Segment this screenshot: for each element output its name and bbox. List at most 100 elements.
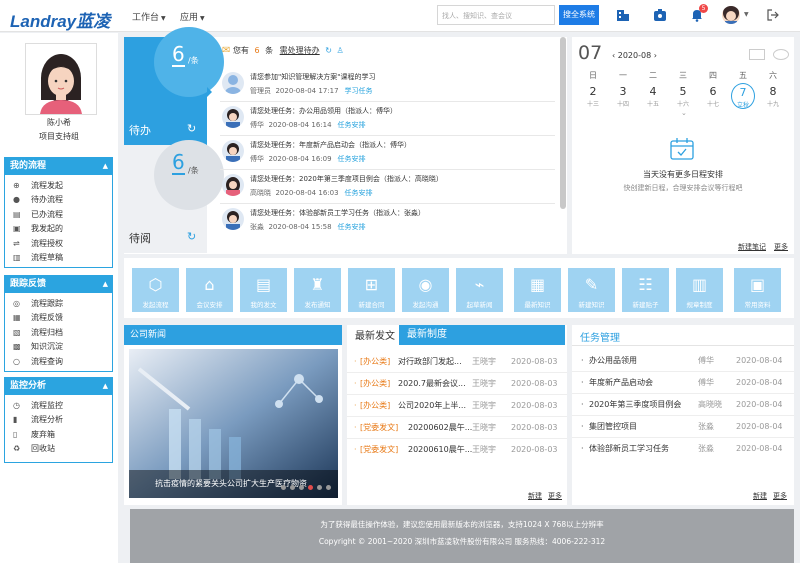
building-icon[interactable] (616, 8, 630, 22)
calendar-date[interactable]: 8 十九 (761, 85, 785, 108)
sidebar-item-todo-flow[interactable]: ● 待办流程 (5, 193, 112, 207)
section-monitor-header[interactable]: 监控分析 ▲ (4, 377, 113, 395)
note-icon[interactable] (749, 49, 765, 60)
task-row[interactable]: · 2020年第三季度项目例会 高晓晓 2020-08-04 (572, 394, 794, 416)
nav-apps[interactable]: 应用 ▼ (180, 10, 205, 23)
sidebar-item-label: 流程授权 (31, 238, 63, 248)
nav-workbench[interactable]: 工作台 ▼ (132, 10, 166, 23)
search-button[interactable]: 搜全系统 (559, 5, 599, 25)
quick-item[interactable]: ⌁ 起草新闻 (456, 268, 503, 312)
doc-row[interactable]: · [党委发文] 20200602晨午... 王晓宇 2020-08-03 (347, 417, 567, 439)
quick-item[interactable]: ◉ 发起沟通 (402, 268, 449, 312)
sidebar-item-knowledge[interactable]: ▩ 知识沉淀 (5, 340, 112, 354)
doc-row[interactable]: · [党委发文] 20200610晨午... 王晓宇 2020-08-03 (347, 439, 567, 461)
clipboard-icon: ▣ (13, 224, 21, 234)
logout-icon[interactable] (766, 8, 780, 22)
refresh-icon[interactable]: ↻ (187, 122, 196, 135)
carousel-dot-active[interactable] (308, 485, 313, 490)
tab-latest-docs[interactable]: 最新发文 (351, 327, 399, 342)
sidebar-item-flow-draft[interactable]: ▥ 流程草稿 (5, 251, 112, 265)
more-link[interactable]: 更多 (773, 491, 787, 501)
sidebar-item-flow-track[interactable]: ◎ 流程跟踪 (5, 297, 112, 311)
carousel-dot[interactable] (317, 485, 322, 490)
quick-item[interactable]: ▣ 常用资料 (734, 268, 781, 312)
quick-item[interactable]: ✎ 新建知识 (568, 268, 615, 312)
trash-icon: ▯ (13, 429, 18, 439)
refresh-icon[interactable]: ↻ (325, 46, 332, 55)
sidebar-item-trash[interactable]: ▯ 废弃箱 (5, 428, 112, 442)
logo[interactable]: Landray蓝凌 (10, 7, 110, 32)
calendar-date[interactable]: 2 十三 (581, 85, 605, 108)
new-link[interactable]: 新建 (753, 491, 767, 501)
sidebar-item-flow-feedback[interactable]: ▦ 流程反馈 (5, 311, 112, 325)
search-input[interactable]: 找人、搜知识、查会议 (437, 5, 555, 25)
carousel-dots[interactable] (277, 483, 331, 492)
more-link[interactable]: 更多 (548, 491, 562, 501)
sidebar-item-recycle[interactable]: ♻ 回收站 (5, 442, 112, 456)
calendar-date-selected[interactable]: 7 立秋 (731, 83, 755, 109)
calendar-date[interactable]: 3 十四 (611, 85, 635, 108)
calendar-date[interactable]: 5 十六 (671, 85, 695, 108)
task-row[interactable]: · 集团管控项目 张淼 2020-08-04 (572, 416, 794, 438)
tab-latest-rules[interactable]: 最新制度 (399, 325, 565, 345)
task-row[interactable]: · 办公用品领用 傅华 2020-08-04 (572, 350, 794, 372)
doc-row[interactable]: · [办公类] 2020.7最新会议... 王晓宇 2020-08-03 (347, 373, 567, 395)
carousel-dot[interactable] (326, 485, 331, 490)
carousel-dot[interactable] (299, 485, 304, 490)
user-icon[interactable]: ♙ (336, 46, 343, 55)
sidebar-item-my-started[interactable]: ▣ 我发起的 (5, 222, 112, 236)
quick-item[interactable]: ⌂ 会议安排 (186, 268, 233, 312)
weekday: 日 (589, 71, 597, 80)
quick-item[interactable]: ♜ 发布通知 (294, 268, 341, 312)
lunar-date: 立秋 (736, 102, 749, 109)
sidebar-item-flow-monitor[interactable]: ◷ 流程监控 (5, 399, 112, 413)
quick-item[interactable]: ▤ 我的发文 (240, 268, 287, 312)
todo-item[interactable]: 请您处理任务：体验部新员工学习任务（指派人：张淼） 张淼 2020-08-04 … (220, 204, 555, 238)
scrollbar[interactable] (560, 37, 566, 209)
carousel-dot[interactable] (281, 485, 286, 490)
search-icon: ○ (13, 356, 20, 366)
quick-item[interactable]: ▦ 最新知识 (514, 268, 561, 312)
doc-row[interactable]: · [办公类] 对行政部门发起... 王晓宇 2020-08-03 (347, 351, 567, 373)
quick-item[interactable]: ⬡ 发起流程 (132, 268, 179, 312)
calendar-date[interactable]: 6 十七 (701, 85, 725, 108)
more-link[interactable]: 更多 (774, 242, 788, 252)
sidebar-item-flow-analysis[interactable]: ▮ 流程分析 (5, 413, 112, 427)
doc-title: 对行政部门发起... (398, 357, 462, 366)
pending-tab[interactable]: 6 /条 待办 ↻ (124, 27, 224, 145)
user-avatar[interactable] (722, 6, 740, 24)
task-row[interactable]: · 年度新产品启动会 傅华 2020-08-04 (572, 372, 794, 394)
calendar-month-nav[interactable]: ‹ 2020-08 › (612, 51, 657, 60)
app-center-icon[interactable] (653, 8, 667, 22)
todo-item[interactable]: 请您处理任务：办公用品领用（指派人：傅华） 傅华 2020-08-04 16:1… (220, 102, 555, 136)
refresh-icon[interactable]: ↻ (187, 230, 196, 243)
quick-item[interactable]: ▥ 规章制度 (676, 268, 723, 312)
section-my-flow-header[interactable]: 我的流程 ▲ (4, 157, 113, 175)
todo-item[interactable]: 请您处理任务：2020年第三季度项目例会（指派人：高晓晓） 高晓晓 2020-0… (220, 170, 555, 204)
carousel-dot[interactable] (290, 485, 295, 490)
quick-item[interactable]: ☷ 新建贴子 (622, 268, 669, 312)
quick-item[interactable]: ⊞ 新建合同 (348, 268, 395, 312)
read-tab[interactable]: 6 /条 待阅 ↻ (124, 140, 224, 253)
sidebar-item-flow-archive[interactable]: ▧ 流程归档 (5, 326, 112, 340)
news-image[interactable]: 抗击疫情的紧要关头公司扩大生产医疗物资 (129, 349, 338, 498)
todo-link[interactable]: 需处理待办 (280, 46, 320, 55)
sidebar-item-flow-query[interactable]: ○ 流程查询 (5, 355, 112, 369)
new-note-link[interactable]: 新建笔记 (738, 242, 766, 252)
quick-label: 最新知识 (524, 301, 551, 309)
view-icon[interactable] (773, 49, 789, 60)
todo-item[interactable]: 请您处理任务：年度新产品启动会（指派人：傅华） 傅华 2020-08-04 16… (220, 136, 555, 170)
sidebar-item-flow-auth[interactable]: ⇌ 流程授权 (5, 237, 112, 251)
todo-item[interactable]: 请您参加"知识管理解决方案"课程的学习 管理员 2020-08-04 17:17… (220, 68, 555, 102)
task-row[interactable]: · 体验部新员工学习任务 张淼 2020-08-04 (572, 438, 794, 460)
comment-icon: ▦ (13, 313, 21, 323)
doc-row[interactable]: · [办公类] 公司2020年上半... 王晓宇 2020-08-03 (347, 395, 567, 417)
new-link[interactable]: 新建 (528, 491, 542, 501)
section-tracking-header[interactable]: 跟踪反馈 ▲ (4, 275, 113, 293)
sidebar-item-flow-start[interactable]: ⊕ 流程发起 (5, 179, 112, 193)
calendar-date[interactable]: 4 十五 (641, 85, 665, 108)
chevron-down-icon[interactable]: ▼ (744, 11, 749, 18)
sidebar-item-done-flow[interactable]: ▤ 已办流程 (5, 208, 112, 222)
sidebar-item-label: 流程监控 (31, 401, 63, 410)
chevron-down-icon[interactable]: ⌄ (681, 109, 687, 117)
